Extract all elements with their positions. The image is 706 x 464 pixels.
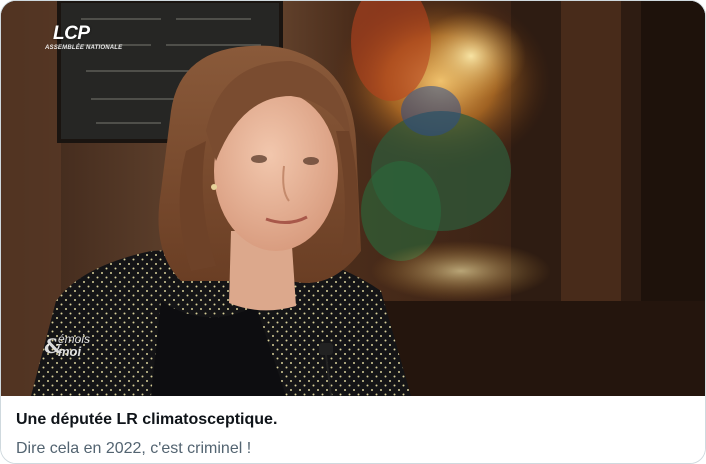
lcp-channel-logo: LCP xyxy=(53,23,90,44)
card-title: Une députée LR climatosceptique. xyxy=(16,411,278,428)
card-caption[interactable]: Une députée LR climatosceptique. Dire ce… xyxy=(1,396,705,463)
link-preview-card[interactable]: LCP ASSEMBLÉE NATIONALE & émois moi Une … xyxy=(0,0,706,464)
video-thumbnail[interactable]: LCP ASSEMBLÉE NATIONALE & émois moi xyxy=(1,1,705,396)
lcp-channel-subtitle: ASSEMBLÉE NATIONALE xyxy=(45,45,123,51)
show-logo-bottom: moi xyxy=(58,344,82,359)
card-description: Dire cela en 2022, c'est criminel ! xyxy=(16,440,252,457)
interview-scene-image xyxy=(1,1,705,396)
